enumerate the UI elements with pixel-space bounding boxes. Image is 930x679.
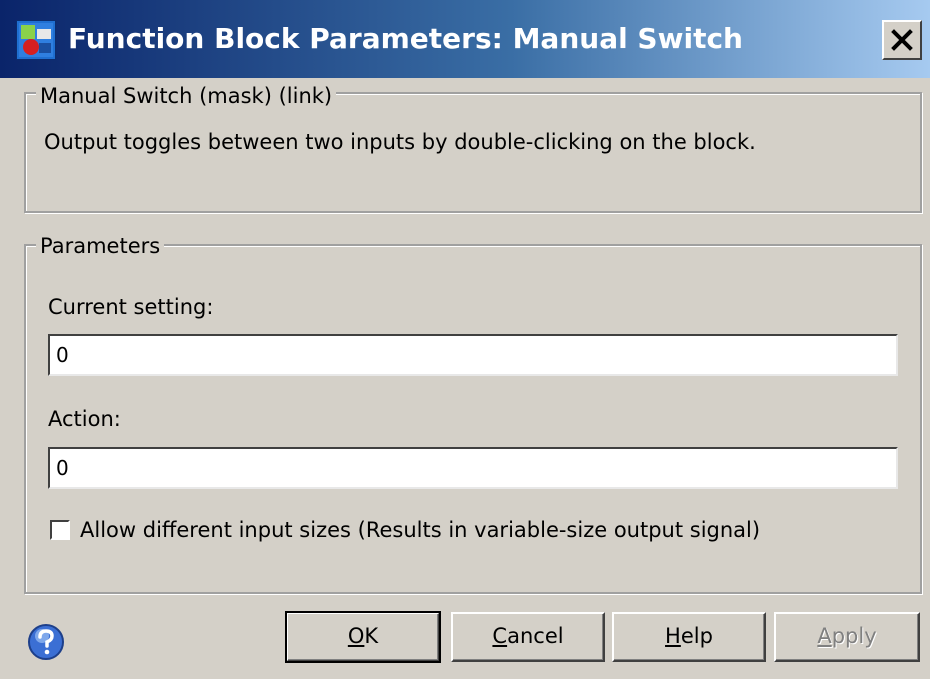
cancel-rest: ancel xyxy=(507,624,564,648)
action-label: Action: xyxy=(48,407,121,431)
title-bar[interactable]: Function Block Parameters: Manual Switch xyxy=(0,0,930,78)
apply-accel: A xyxy=(817,624,832,648)
ok-accel: O xyxy=(347,624,365,648)
help-accel: H xyxy=(665,624,681,648)
allow-different-sizes-label[interactable]: Allow different input sizes (Results in … xyxy=(80,516,760,544)
description-text: Output toggles between two inputs by dou… xyxy=(44,130,756,154)
action-input[interactable] xyxy=(48,447,898,489)
cancel-accel: C xyxy=(492,624,508,648)
window-title: Function Block Parameters: Manual Switch xyxy=(68,22,743,55)
close-icon xyxy=(891,29,913,51)
current-setting-label: Current setting: xyxy=(48,295,214,319)
ok-button[interactable]: OK xyxy=(285,611,441,663)
dialog-window: Function Block Parameters: Manual Switch… xyxy=(0,0,930,679)
allow-different-sizes-checkbox[interactable] xyxy=(50,520,70,540)
help-rest: elp xyxy=(680,624,713,648)
description-legend: Manual Switch (mask) (link) xyxy=(36,82,337,110)
close-button[interactable] xyxy=(882,20,922,60)
simulink-block-icon[interactable] xyxy=(16,20,56,60)
help-button[interactable]: Help xyxy=(612,612,766,662)
current-setting-input[interactable] xyxy=(48,334,898,376)
parameters-legend: Parameters xyxy=(36,232,165,260)
apply-button[interactable]: Apply xyxy=(774,612,920,662)
cancel-button[interactable]: Cancel xyxy=(451,612,605,662)
ok-rest: K xyxy=(364,624,379,648)
apply-rest: pply xyxy=(831,624,877,648)
help-icon[interactable] xyxy=(26,622,66,662)
